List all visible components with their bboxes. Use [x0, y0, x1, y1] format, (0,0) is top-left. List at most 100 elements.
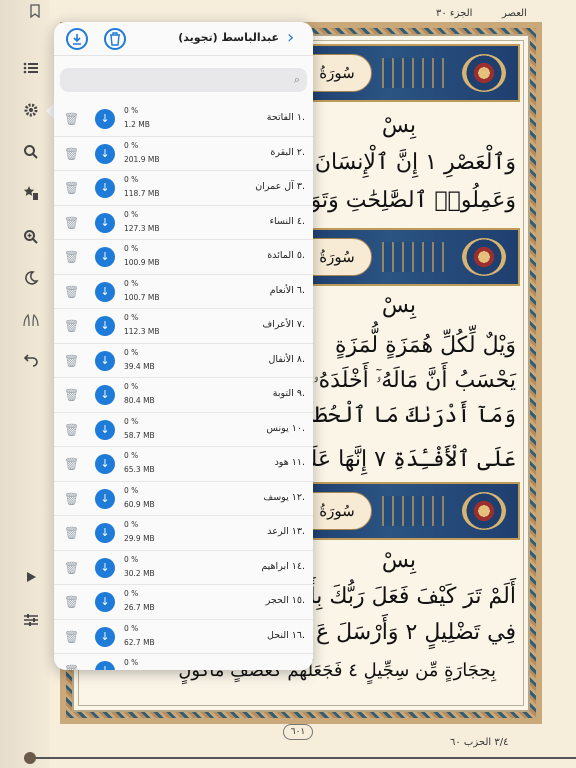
trash-icon[interactable]: 🗑 — [64, 630, 79, 644]
file-size: 1.2 MB — [124, 120, 150, 129]
download-icon[interactable]: ↓ — [95, 419, 115, 440]
verse-line[interactable]: فِي تَضْلِيلٍ ٢ وَأَرْسَلَ عَ — [316, 620, 516, 645]
bookmark-icon[interactable] — [26, 4, 44, 22]
trash-icon[interactable]: 🗑 — [64, 561, 79, 575]
trash-icon[interactable]: 🗑 — [64, 285, 79, 299]
list-icon[interactable] — [22, 61, 40, 79]
download-percent: 0 % — [124, 520, 139, 529]
download-percent: 0 % — [124, 313, 139, 322]
surah-row[interactable]: 🗑 ↓ 0 % — [54, 654, 313, 670]
undo-icon[interactable] — [22, 351, 40, 369]
surah-row[interactable]: 🗑 ↓ 0 % 100.9 MB .٥ المائدة — [54, 240, 313, 275]
trash-icon[interactable]: 🗑 — [64, 388, 79, 402]
download-icon[interactable]: ↓ — [95, 212, 115, 233]
surah-name: .١٢ يوسف — [263, 491, 305, 503]
play-icon[interactable] — [22, 570, 40, 588]
download-icon[interactable]: ↓ — [95, 592, 115, 612]
surah-name: .٩ التوبة — [272, 388, 305, 399]
surah-row[interactable]: 🗑 ↓ 0 % 112.3 MB .٧ الأعراف — [54, 309, 313, 344]
trash-icon[interactable]: 🗑 — [64, 181, 79, 195]
verse-line[interactable]: وَيْلٌ لِّكُلِّ هُمَزَةٍ لُّمَزَةٍ — [335, 333, 516, 358]
download-icon[interactable]: ↓ — [95, 143, 115, 164]
trash-icon[interactable]: 🗑 — [64, 457, 79, 471]
surah-row[interactable]: 🗑 ↓ 0 % 60.9 MB .١٢ يوسف — [54, 482, 313, 516]
gear-icon[interactable] — [22, 102, 40, 120]
surah-row[interactable]: 🗑 ↓ 0 % 29.9 MB .١٣ الرعد — [54, 516, 313, 551]
download-icon[interactable]: ↓ — [95, 454, 115, 474]
file-size: 100.7 MB — [124, 292, 160, 302]
surah-name: .١ الفاتحة — [266, 112, 305, 123]
trash-icon[interactable]: 🗑 — [64, 526, 79, 540]
surah-search-input[interactable]: ⌕ — [60, 68, 307, 92]
basmala-line[interactable]: بِسْ — [382, 113, 416, 138]
surah-row[interactable]: 🗑 ↓ 0 % 62.7 MB .١٦ النحل — [54, 620, 313, 654]
basmala-line[interactable]: بِسْ — [382, 293, 416, 318]
file-size: 26.7 MB — [124, 603, 155, 612]
trash-icon[interactable]: 🗑 — [64, 216, 79, 230]
download-icon[interactable]: ↓ — [95, 109, 115, 129]
zoom-icon[interactable] — [22, 229, 40, 247]
file-size: 29.9 MB — [124, 534, 155, 543]
verse-line[interactable]: وَعَمِلُوا۟ ٱلصَّٰلِحَٰتِ وَتَوَاصَ — [278, 188, 516, 213]
download-icon[interactable]: ↓ — [95, 626, 115, 647]
bookmark-star-icon[interactable] — [22, 185, 40, 203]
surah-row[interactable]: 🗑 ↓ 0 % 65.3 MB .١١ هود — [54, 447, 313, 482]
surah-row[interactable]: 🗑 ↓ 0 % 201.9 MB .٢ البقرة — [54, 137, 313, 171]
file-size: 65.3 MB — [124, 465, 155, 474]
trash-icon[interactable]: 🗑 — [64, 664, 79, 670]
surah-row[interactable]: 🗑 ↓ 0 % 26.7 MB .١٥ الحجر — [54, 585, 313, 620]
banner-ornament — [382, 242, 452, 272]
trash-icon[interactable]: 🗑 — [64, 423, 79, 437]
page-slider-track[interactable] — [30, 757, 576, 759]
surah-row[interactable]: 🗑 ↓ 0 % 80.4 MB .٩ التوبة — [54, 378, 313, 413]
trash-icon[interactable]: 🗑 — [64, 492, 79, 506]
trash-icon[interactable]: 🗑 — [64, 112, 79, 126]
trash-icon[interactable]: 🗑 — [64, 595, 79, 609]
download-icon[interactable]: ↓ — [95, 316, 115, 336]
surah-row[interactable]: 🗑 ↓ 0 % 100.7 MB .٦ الأنعام — [54, 275, 313, 309]
delete-all-button[interactable] — [104, 28, 126, 50]
surah-row[interactable]: 🗑 ↓ 0 % 39.4 MB .٨ الأنفال — [54, 344, 313, 378]
sura-header-label: العصر — [502, 8, 527, 19]
file-size: 112.3 MB — [124, 327, 160, 336]
verse-line[interactable]: عَلَى ٱلْأَفْـِٔدَةِ ٧ إِنَّهَا عَلَيْهِ… — [279, 447, 516, 472]
surah-name: .٤ النساء — [269, 215, 305, 227]
trash-icon[interactable]: 🗑 — [64, 250, 79, 264]
surah-row[interactable]: 🗑 ↓ 0 % 127.3 MB .٤ النساء — [54, 206, 313, 240]
download-icon[interactable]: ↓ — [95, 350, 115, 371]
surah-row[interactable]: 🗑 ↓ 0 % 30.2 MB .١٤ ابراهيم — [54, 551, 313, 585]
trash-icon[interactable]: 🗑 — [64, 319, 79, 333]
chevron-right-icon[interactable]: › — [287, 28, 305, 48]
hands-icon[interactable] — [22, 312, 40, 330]
trash-icon[interactable]: 🗑 — [64, 354, 79, 368]
file-size: 62.7 MB — [124, 637, 155, 647]
download-icon[interactable]: ↓ — [95, 385, 115, 405]
download-icon[interactable]: ↓ — [95, 488, 115, 509]
download-icon[interactable]: ↓ — [95, 523, 115, 543]
verse-line[interactable]: وَمَآ أَدْرَىٰكَ مَا ٱلْحُطَمَةُ — [289, 403, 516, 428]
file-size: 30.2 MB — [124, 568, 155, 578]
banner-medallion — [462, 54, 506, 92]
sliders-icon[interactable] — [22, 612, 40, 630]
download-icon[interactable]: ↓ — [95, 661, 115, 670]
download-icon[interactable]: ↓ — [95, 557, 115, 578]
download-icon[interactable]: ↓ — [95, 178, 115, 198]
download-icon[interactable]: ↓ — [95, 281, 115, 302]
basmala-line[interactable]: بِسْ — [382, 548, 416, 573]
search-icon[interactable] — [22, 144, 40, 162]
banner-medallion — [462, 492, 506, 530]
trash-icon[interactable]: 🗑 — [64, 147, 79, 161]
surah-row[interactable]: 🗑 ↓ 0 % 118.7 MB .٣ آل عمران — [54, 171, 313, 206]
surah-row[interactable]: 🗑 ↓ 0 % 1.2 MB .١ الفاتحة — [54, 102, 313, 137]
moon-icon[interactable] — [22, 270, 40, 288]
surah-name: .١١ هود — [274, 457, 305, 468]
file-size: 60.9 MB — [124, 499, 155, 509]
download-all-button[interactable] — [66, 28, 88, 50]
surah-row[interactable]: 🗑 ↓ 0 % 58.7 MB .١٠ يونس — [54, 413, 313, 447]
verse-line[interactable]: أَلَمْ تَرَ كَيْفَ فَعَلَ رَبُّكَ بِأَصْ — [283, 584, 516, 609]
file-size: 127.3 MB — [124, 223, 160, 233]
page-slider-knob[interactable] — [24, 752, 36, 764]
download-icon[interactable]: ↓ — [95, 247, 115, 267]
verse-line[interactable]: يَحْسَبُ أَنَّ مَالَهُۥٓ أَخْلَدَهُۥ — [313, 368, 516, 393]
download-percent: 0 % — [124, 554, 139, 564]
